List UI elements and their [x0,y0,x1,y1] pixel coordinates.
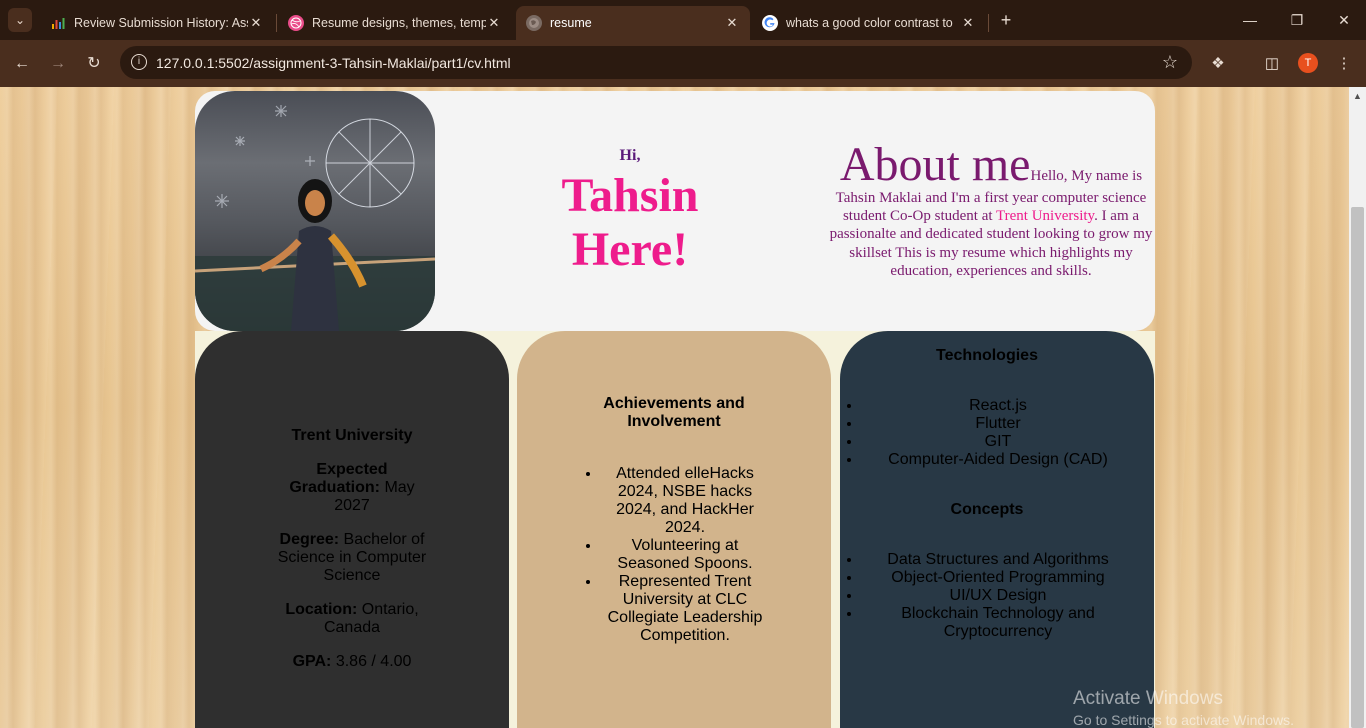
list-item: Blockchain Technology and Cryptocurrency [862,605,1134,641]
graduation-info: Expected Graduation: May 2027 [275,461,429,515]
graduation-label: Expected Graduation: [289,461,388,496]
list-item: Attended elleHacks 2024, NSBE hacks 2024… [601,465,769,537]
close-window-button[interactable]: ✕ [1332,8,1356,32]
close-icon[interactable]: ✕ [724,15,740,31]
university-name: Trent University [291,427,413,444]
gpa-info: GPA: 3.86 / 4.00 [275,653,429,671]
technologies-heading: Technologies [936,347,1038,364]
browser-toolbar: ← → ↻ i 127.0.0.1:5502/assignment-3-Tahs… [0,40,1366,87]
list-item: Volunteering at Seasoned Spoons. [601,537,769,573]
minimize-button[interactable]: — [1238,8,1262,32]
tab-strip: ⌄ Review Submission History: Assi ✕ Resu… [0,0,1366,40]
bookmark-star-icon[interactable]: ☆ [1162,52,1178,73]
google-icon [762,15,778,31]
dribbble-icon [288,15,304,31]
scrollbar-thumb[interactable] [1351,207,1364,728]
profile-photo [195,91,435,331]
list-item: Object-Oriented Programming [862,569,1134,587]
list-item: Data Structures and Algorithms [862,551,1134,569]
site-info-icon[interactable]: i [131,54,147,70]
tab-search-button[interactable]: ⌄ [8,8,32,32]
university-link[interactable]: Trent University [996,208,1094,224]
location-label: Location: [285,601,358,618]
list-item: GIT [862,433,1134,451]
achievements-heading: Achievements and Involvement [603,395,745,430]
degree-label: Degree: [279,531,340,548]
close-icon[interactable]: ✕ [960,15,976,31]
list-item: React.js [862,397,1134,415]
achievements-card: Achievements and Involvement Attended el… [517,331,831,728]
name-line-2: Here! [571,223,689,276]
address-bar[interactable]: i 127.0.0.1:5502/assignment-3-Tahsin-Mak… [120,46,1192,79]
tab-color-contrast[interactable]: whats a good color contrast to ✕ [752,6,986,40]
globe-icon [526,15,542,31]
tab-divider [276,14,277,32]
concepts-list: Data Structures and Algorithms Object-Or… [840,551,1134,641]
about-heading: About me [839,138,1031,191]
url-text: 127.0.0.1:5502/assignment-3-Tahsin-Makla… [156,54,511,71]
menu-icon[interactable]: ⋮ [1332,52,1356,76]
tab-title: Resume designs, themes, templ [312,16,486,30]
name-line-1: Tahsin [561,169,699,222]
side-panel-icon[interactable]: ◫ [1260,52,1284,76]
header-card: Hi, Tahsin Here! About meHello, My name … [195,91,1155,331]
tab-resume[interactable]: resume ✕ [516,6,750,40]
new-tab-button[interactable]: + [996,10,1016,30]
page-viewport: Hi, Tahsin Here! About meHello, My name … [0,87,1349,728]
extensions-icon[interactable]: ❖ [1206,52,1230,76]
bar-chart-icon [50,15,66,31]
back-button[interactable]: ← [10,52,34,76]
scroll-up-icon[interactable]: ▲ [1353,91,1362,101]
tab-divider [988,14,989,32]
tab-resume-designs[interactable]: Resume designs, themes, templ ✕ [278,6,512,40]
education-card: Trent University Expected Graduation: Ma… [195,331,509,728]
tab-title: resume [550,16,592,30]
location-info: Location: Ontario, Canada [275,601,429,637]
tab-title: Review Submission History: Assi [74,16,248,30]
list-item: Computer-Aided Design (CAD) [862,451,1134,469]
close-icon[interactable]: ✕ [486,15,502,31]
gpa-label: GPA: [292,653,332,670]
reload-button[interactable]: ↻ [82,52,106,76]
close-icon[interactable]: ✕ [248,15,264,31]
achievements-list: Attended elleHacks 2024, NSBE hacks 2024… [579,465,769,645]
tab-title: whats a good color contrast to [786,16,953,30]
profile-avatar[interactable]: T [1298,53,1318,73]
activate-windows-watermark: Activate Windows Go to Settings to activ… [1073,688,1294,728]
restore-button[interactable]: ❐ [1285,8,1309,32]
concepts-heading: Concepts [950,501,1024,518]
tab-review-submission[interactable]: Review Submission History: Assi ✕ [40,6,274,40]
forward-button[interactable]: → [46,52,70,76]
skills-card: Technologies React.js Flutter GIT Comput… [840,331,1154,728]
list-item: UI/UX Design [862,587,1134,605]
watermark-subtitle: Go to Settings to activate Windows. [1073,712,1294,728]
gpa-value: 3.86 / 4.00 [331,653,412,670]
degree-info: Degree: Bachelor of Science in Computer … [275,531,429,585]
list-item: Represented Trent University at CLC Coll… [601,573,769,645]
vertical-scrollbar[interactable]: ▲ [1349,87,1366,728]
technologies-list: React.js Flutter GIT Computer-Aided Desi… [840,397,1134,469]
name-heading: Tahsin Here! [515,169,745,277]
about-section: About meHello, My name is Tahsin Maklai … [827,141,1155,280]
list-item: Flutter [862,415,1134,433]
greeting-text: Hi, [619,147,641,164]
watermark-title: Activate Windows [1073,688,1223,709]
